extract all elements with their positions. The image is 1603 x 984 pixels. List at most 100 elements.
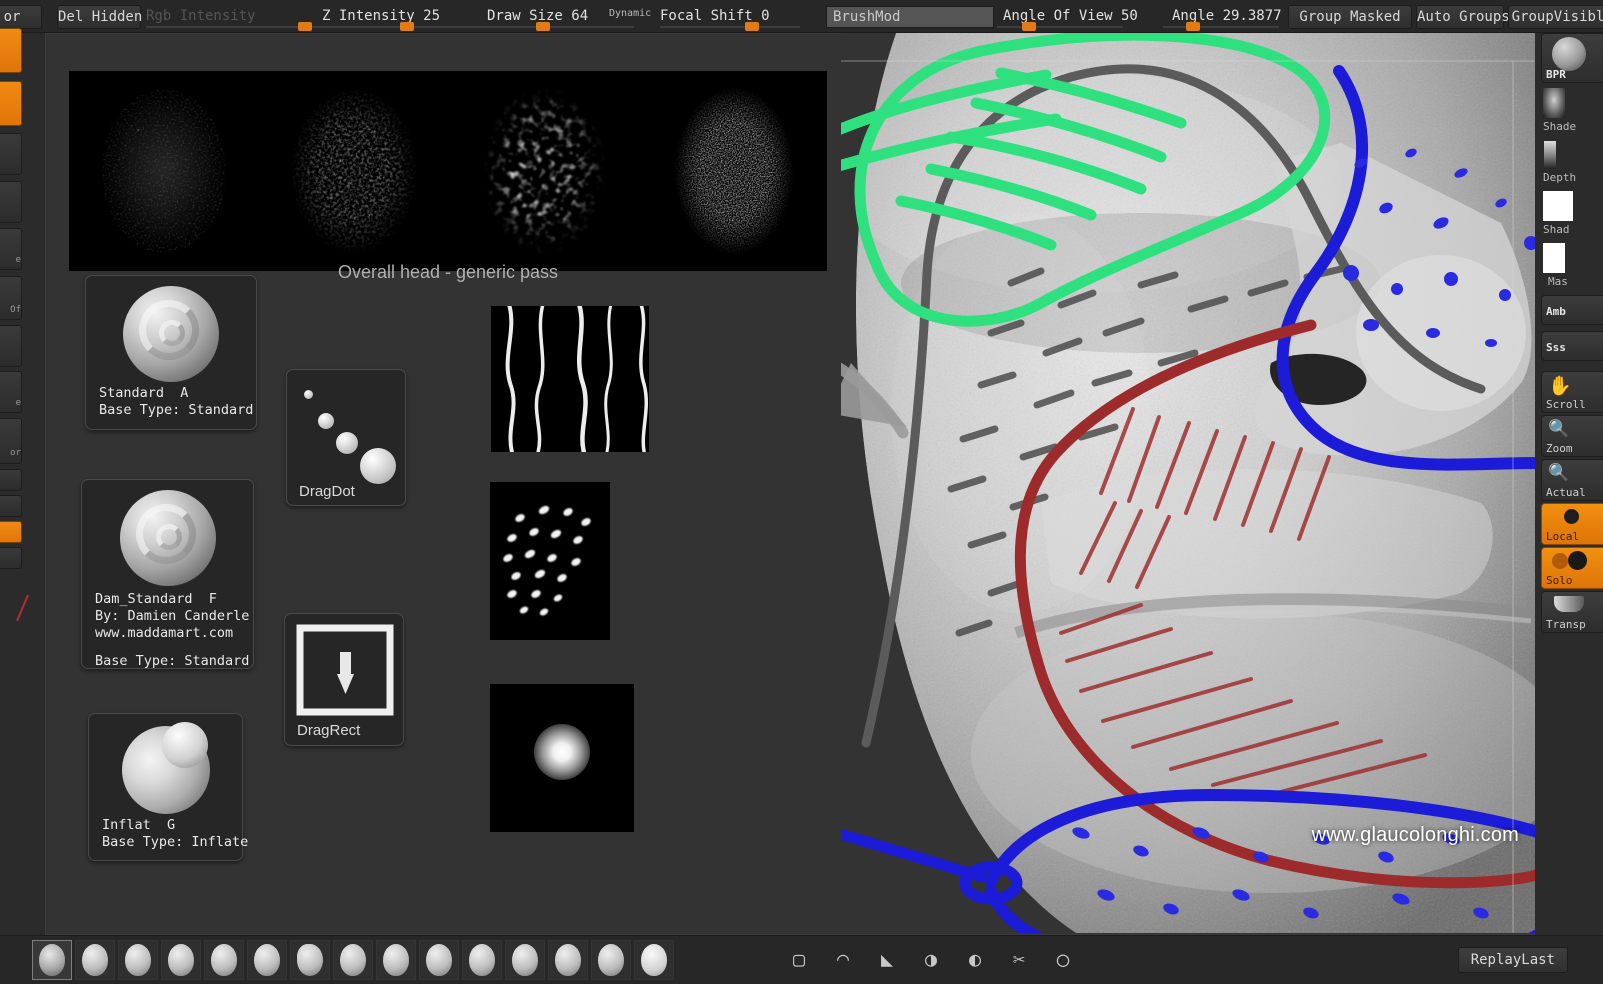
- tool-thumb: [469, 944, 495, 976]
- sculpted-head-viewport[interactable]: www.glaucolonghi.com: [841, 33, 1541, 933]
- alpha-preview-3: [449, 71, 639, 271]
- local-label: Local: [1546, 530, 1580, 543]
- transp-label: Transp: [1546, 618, 1586, 631]
- tool-thumb: [383, 944, 409, 976]
- brush-standard-basetype: Base Type: Standard: [99, 402, 254, 418]
- tool-slot-6[interactable]: [247, 940, 287, 980]
- left-sidebar: e Of e or: [0, 28, 29, 935]
- actual-label: Actual: [1546, 486, 1586, 499]
- draw-size-track[interactable]: [484, 26, 634, 28]
- draw-size-knob[interactable]: [536, 22, 550, 31]
- solo-icon-inner: [1568, 551, 1587, 570]
- left-cell-13[interactable]: [0, 547, 22, 569]
- depth-thumb[interactable]: Depth: [1541, 141, 1603, 189]
- document-canvas[interactable]: Overall head - generic pass Standard A B…: [45, 33, 1541, 935]
- tool-slot-3[interactable]: [118, 940, 158, 980]
- top-toolbar: or Del Hidden Rgb Intensity Z Intensity …: [0, 0, 1603, 33]
- alpha-thumb-wrinkle-lines[interactable]: [491, 306, 649, 452]
- tool-slot-14[interactable]: [591, 940, 631, 980]
- left-cell-5-label: e: [15, 255, 21, 265]
- ambient-button[interactable]: Amb: [1541, 295, 1603, 325]
- trim-tool-icon[interactable]: ✂: [1004, 944, 1034, 974]
- stroke-dragrect[interactable]: DragRect: [284, 613, 404, 746]
- left-swatch-1[interactable]: [0, 28, 22, 73]
- tool-slot-4[interactable]: [161, 940, 201, 980]
- lasso-select-icon[interactable]: ◠: [828, 944, 858, 974]
- left-cell-7[interactable]: [0, 325, 22, 367]
- tool-slot-10[interactable]: [419, 940, 459, 980]
- tool-slot-12[interactable]: [505, 940, 545, 980]
- dragdot-dot-4: [360, 448, 396, 484]
- tool-thumb: [211, 944, 237, 976]
- replay-last-button[interactable]: ReplayLast: [1457, 947, 1568, 973]
- right-sidebar: BPR Shade Depth Shad Mas Amb Sss ✋ Scrol…: [1535, 33, 1603, 935]
- local-button[interactable]: Local: [1541, 503, 1603, 545]
- angle-of-view-knob[interactable]: [1022, 22, 1036, 31]
- clip-tool-icon[interactable]: ◣: [872, 944, 902, 974]
- rgb-intensity-track[interactable]: [146, 26, 322, 28]
- group-masked-button[interactable]: Group Masked: [1288, 5, 1412, 29]
- scroll-button[interactable]: ✋ Scroll: [1541, 371, 1603, 413]
- solo-button[interactable]: Solo: [1541, 547, 1603, 589]
- rgb-intensity-knob[interactable]: [298, 22, 312, 31]
- transp-button[interactable]: Transp: [1541, 591, 1603, 633]
- z-intensity-knob[interactable]: [400, 22, 414, 31]
- brush-inflat[interactable]: Inflat G Base Type: Inflate: [88, 713, 248, 861]
- tool-slot-13[interactable]: [548, 940, 588, 980]
- left-cell-11[interactable]: [0, 495, 22, 517]
- sss-button[interactable]: Sss: [1541, 331, 1603, 361]
- bpr-button[interactable]: BPR: [1541, 33, 1603, 83]
- tool-thumb: [82, 944, 108, 976]
- focal-shift-track[interactable]: [660, 26, 800, 28]
- stroke-dragdot-label: DragDot: [299, 483, 355, 500]
- tool-slot-9[interactable]: [376, 940, 416, 980]
- alpha-thumb-soft-dot[interactable]: [490, 684, 634, 832]
- brush-dam-standard[interactable]: Dam_Standard F By: Damien Canderle www.m…: [81, 479, 254, 669]
- tool-thumb: [297, 944, 323, 976]
- dragdot-dot-1: [304, 390, 313, 399]
- brushmod-field[interactable]: BrushMod: [826, 6, 994, 28]
- tool-slot-2[interactable]: [75, 940, 115, 980]
- left-cell-4[interactable]: [0, 181, 22, 223]
- mask-thumb[interactable]: Mas: [1541, 243, 1603, 293]
- tool-slot-15[interactable]: [634, 940, 674, 980]
- angle-track[interactable]: [1163, 26, 1279, 28]
- left-cell-10[interactable]: [0, 469, 22, 491]
- left-cell-3[interactable]: [0, 133, 22, 175]
- tool-slot-5[interactable]: [204, 940, 244, 980]
- color-button[interactable]: or: [0, 5, 42, 29]
- auto-groups-button[interactable]: Auto Groups: [1416, 5, 1510, 29]
- alpha-thumb-pore-patch[interactable]: [490, 482, 610, 640]
- slice-tool-icon[interactable]: ◑: [916, 944, 946, 974]
- red-slash-icon: [16, 594, 29, 622]
- select-lasso-icon[interactable]: ◯: [1048, 944, 1078, 974]
- tool-slot-7[interactable]: [290, 940, 330, 980]
- tool-thumb: [168, 944, 194, 976]
- shadow-thumb[interactable]: Shad: [1541, 191, 1603, 241]
- angle-of-view-track[interactable]: [997, 26, 1123, 28]
- zoom-button[interactable]: 🔍 Zoom: [1541, 415, 1603, 457]
- actual-button[interactable]: 🔍 Actual: [1541, 459, 1603, 501]
- tool-slot-11[interactable]: [462, 940, 502, 980]
- tool-thumb: [340, 944, 366, 976]
- alpha-preview-strip: [69, 71, 827, 271]
- angle-knob[interactable]: [1186, 22, 1200, 31]
- left-cell-12[interactable]: [0, 521, 22, 543]
- focal-shift-knob[interactable]: [745, 22, 759, 31]
- dynamic-label[interactable]: Dynamic: [609, 8, 651, 19]
- group-visible-button[interactable]: GroupVisibl: [1508, 5, 1603, 29]
- tool-slot-8[interactable]: [333, 940, 373, 980]
- mask-tool-icon[interactable]: ◐: [960, 944, 990, 974]
- tool-slot-1[interactable]: [32, 940, 72, 980]
- hand-icon: ✋: [1548, 375, 1572, 397]
- dragrect-icon: [296, 624, 394, 716]
- shaded-thumb[interactable]: Shade: [1541, 88, 1603, 138]
- marquee-select-icon[interactable]: ▢: [784, 944, 814, 974]
- del-hidden-button[interactable]: Del Hidden: [57, 5, 142, 29]
- brush-dam-standard-website: www.maddamart.com: [95, 625, 234, 641]
- left-cell-8-label: e: [15, 398, 21, 408]
- left-swatch-2[interactable]: [0, 81, 22, 126]
- local-icon: [1564, 509, 1579, 524]
- brush-standard[interactable]: Standard A Base Type: Standard: [85, 275, 257, 430]
- stroke-dragdot[interactable]: DragDot: [286, 369, 406, 506]
